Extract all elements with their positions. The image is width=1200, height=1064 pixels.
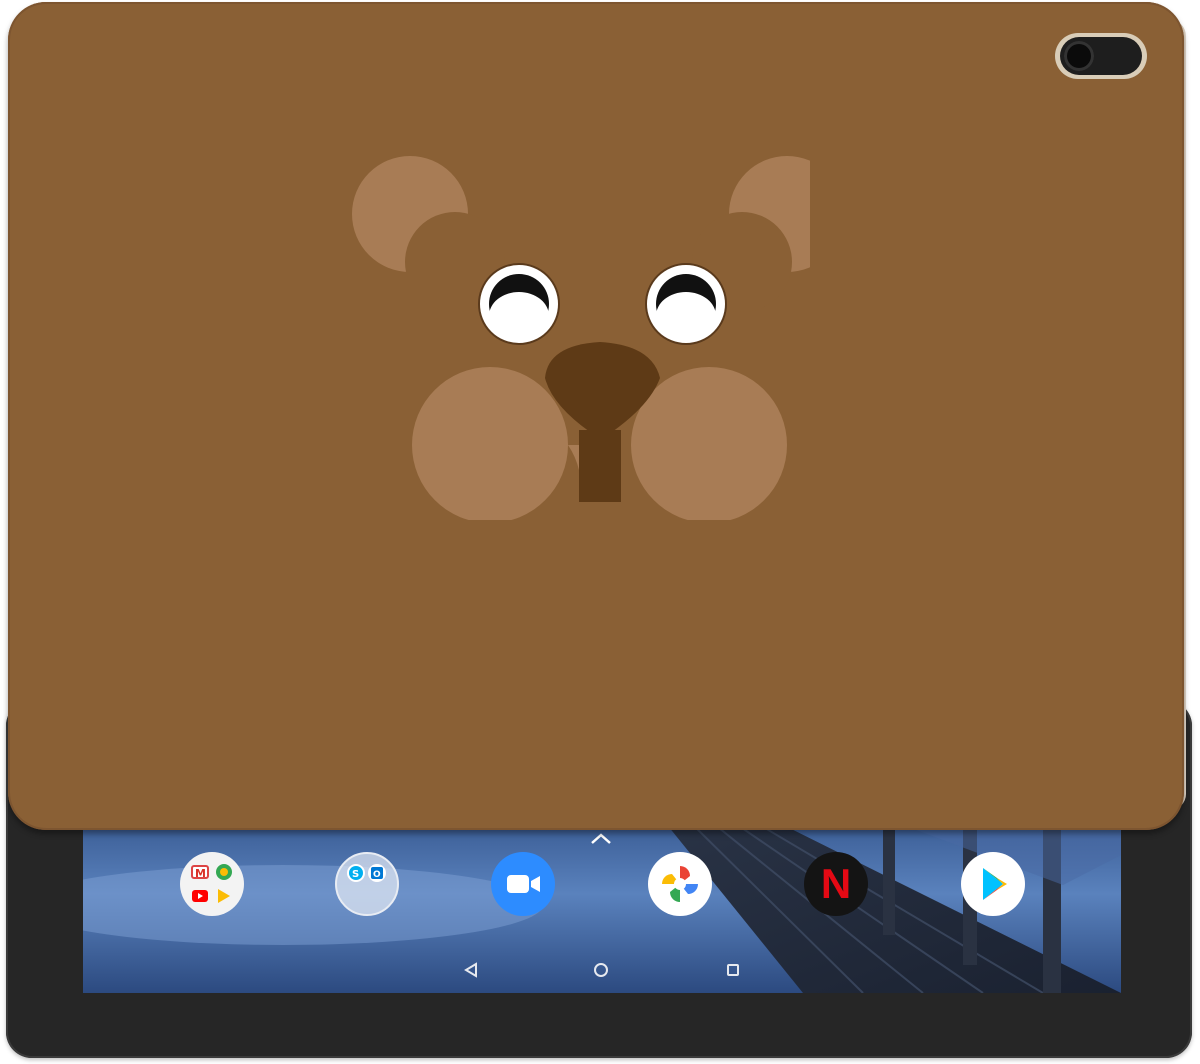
photos-pinwheel-icon[interactable] xyxy=(648,852,712,916)
home-icon[interactable] xyxy=(589,958,613,982)
google-apps-folder-icon[interactable]: M xyxy=(180,852,244,916)
app-drawer-chevron-icon[interactable] xyxy=(588,828,614,848)
netflix-icon[interactable]: N xyxy=(804,852,868,916)
svg-text:S: S xyxy=(352,869,359,880)
netflix-letter: N xyxy=(820,860,852,907)
bear-face-illustration xyxy=(352,156,810,520)
zoom-video-camera-icon[interactable] xyxy=(491,852,555,916)
recents-icon[interactable] xyxy=(721,958,745,982)
camera-lens-icon xyxy=(1064,41,1094,71)
back-icon[interactable] xyxy=(459,958,483,982)
bear-right-cheek xyxy=(631,367,787,520)
bear-mouth xyxy=(579,430,621,502)
skype-outlook-folder-icon[interactable]: S O xyxy=(335,852,399,916)
bear-left-eye xyxy=(478,263,560,345)
play-store-icon[interactable] xyxy=(961,852,1025,916)
bear-right-eye xyxy=(645,263,727,345)
svg-text:M: M xyxy=(195,867,206,880)
bear-left-cheek xyxy=(412,367,568,520)
svg-text:O: O xyxy=(373,870,381,880)
